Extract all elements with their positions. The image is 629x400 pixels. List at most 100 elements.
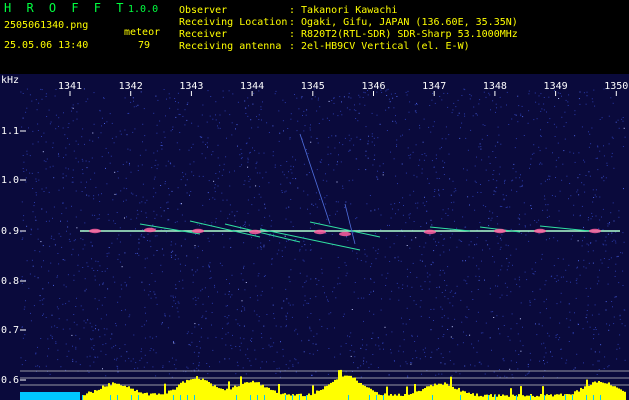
noise-speck — [57, 308, 59, 310]
noise-speck — [279, 242, 281, 244]
noise-speck — [72, 358, 74, 360]
noise-speck — [407, 276, 409, 278]
noise-speck — [25, 181, 27, 183]
noise-speck — [35, 353, 37, 355]
noise-speck — [335, 297, 337, 299]
histogram-bar — [416, 391, 418, 400]
noise-speck — [133, 100, 134, 102]
noise-speck — [129, 276, 131, 278]
noise-speck — [599, 150, 601, 152]
noise-speck — [164, 228, 166, 230]
noise-speck — [150, 348, 152, 349]
noise-speck — [468, 309, 470, 310]
noise-speck — [363, 363, 364, 365]
noise-speck — [600, 344, 602, 346]
noise-speck — [193, 175, 195, 177]
noise-speck — [408, 111, 410, 113]
noise-speck — [593, 89, 595, 91]
noise-speck — [315, 203, 317, 205]
noise-speck — [30, 312, 31, 314]
noise-speck — [214, 191, 216, 193]
noise-speck — [393, 243, 395, 245]
noise-speck — [573, 204, 575, 206]
histogram-bar — [88, 391, 90, 400]
noise-speck — [516, 361, 517, 363]
noise-speck — [359, 103, 361, 105]
noise-speck — [436, 287, 438, 288]
noise-speck — [186, 179, 188, 181]
noise-speck — [283, 130, 284, 132]
noise-speck — [235, 319, 237, 321]
noise-speck — [364, 278, 366, 280]
noise-speck — [55, 89, 57, 90]
info-key-location: Receiving Location — [179, 17, 288, 28]
noise-speck — [77, 264, 79, 266]
noise-speck — [295, 159, 296, 161]
noise-speck — [462, 260, 464, 262]
noise-speck — [411, 362, 413, 364]
noise-speck — [62, 177, 64, 179]
noise-speck — [583, 92, 585, 94]
noise-speck — [137, 213, 139, 215]
noise-speck — [24, 334, 26, 336]
noise-speck — [445, 289, 446, 291]
noise-speck — [82, 309, 84, 311]
noise-speck — [272, 151, 274, 153]
noise-speck — [525, 374, 527, 376]
histogram-bar — [354, 377, 356, 400]
histogram-bar — [106, 386, 108, 400]
noise-speck — [515, 248, 517, 250]
y-tick-label: 0.7 — [1, 325, 19, 336]
noise-speck — [37, 228, 39, 230]
noise-speck — [178, 316, 180, 318]
info-value-observer: : Takanori Kawachi — [289, 5, 398, 16]
noise-speck — [255, 163, 257, 164]
noise-speck — [380, 229, 382, 231]
noise-speck — [614, 276, 616, 277]
noise-speck — [366, 361, 368, 363]
noise-speck — [539, 312, 541, 314]
noise-speck — [451, 112, 453, 114]
noise-speck — [154, 280, 156, 282]
histogram-bar — [428, 386, 430, 400]
noise-speck — [474, 244, 476, 246]
noise-speck — [491, 349, 492, 351]
noise-speck — [152, 366, 154, 368]
noise-speck — [286, 298, 288, 300]
noise-speck — [266, 314, 268, 315]
histogram-bar — [574, 391, 576, 400]
noise-speck — [426, 201, 428, 203]
noise-speck — [224, 110, 226, 112]
histogram-bar — [108, 383, 110, 400]
noise-speck — [215, 114, 216, 116]
histogram-bar — [566, 394, 568, 400]
histogram-bar — [384, 393, 386, 400]
noise-speck — [516, 283, 518, 285]
echo-blip — [249, 229, 261, 235]
noise-speck — [101, 156, 103, 158]
noise-speck — [303, 110, 305, 112]
noise-speck — [175, 284, 177, 286]
noise-speck — [288, 240, 290, 241]
noise-speck — [536, 118, 538, 120]
noise-speck — [435, 154, 437, 156]
noise-speck — [574, 312, 575, 314]
noise-speck — [249, 152, 251, 154]
noise-speck — [433, 250, 435, 252]
noise-speck — [362, 97, 364, 98]
noise-speck — [22, 117, 24, 119]
noise-speck — [290, 118, 292, 120]
noise-speck — [51, 338, 53, 339]
noise-speck — [124, 217, 125, 219]
noise-speck — [543, 109, 545, 111]
noise-speck — [101, 125, 102, 127]
histogram-bar — [606, 383, 608, 400]
noise-speck — [72, 169, 74, 171]
noise-speck — [225, 156, 227, 158]
noise-speck — [388, 374, 390, 376]
mode-label: meteor — [124, 27, 161, 38]
noise-speck — [432, 125, 434, 127]
noise-speck — [420, 300, 422, 302]
noise-speck — [377, 208, 379, 210]
noise-speck — [594, 351, 596, 353]
